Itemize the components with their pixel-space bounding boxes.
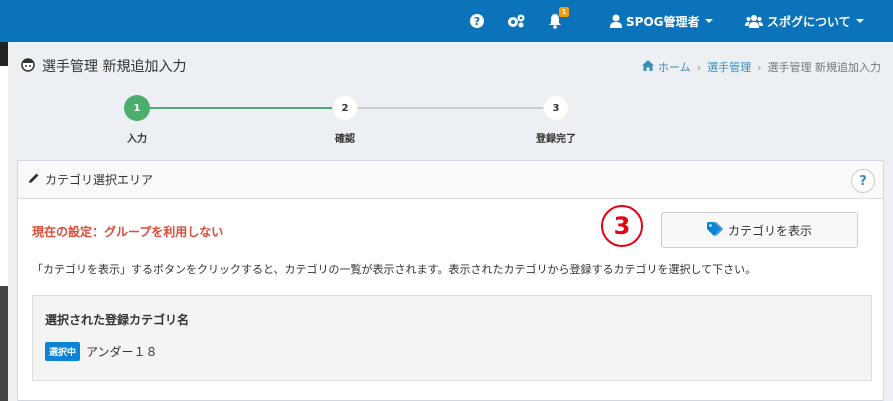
- user-menu[interactable]: SPOG管理者: [610, 0, 713, 42]
- cogs-icon: [506, 13, 526, 29]
- chevron-right-icon: ›: [696, 60, 702, 74]
- breadcrumb-parent[interactable]: 選手管理: [707, 59, 751, 75]
- show-category-button[interactable]: カテゴリを表示: [661, 212, 858, 248]
- breadcrumb-current: 選手管理 新規追加入力: [767, 61, 882, 74]
- about-menu[interactable]: スポグについて: [745, 0, 864, 42]
- selected-category-row: 選択中 アンダー１８: [45, 342, 158, 361]
- progress-stepper: 1 2 3 入力 確認 登録完了: [10, 92, 893, 152]
- step-3-label: 登録完了: [536, 134, 576, 145]
- chevron-right-icon: ›: [757, 60, 762, 74]
- selected-category-box: 選択された登録カテゴリ名 選択中 アンダー１８: [32, 295, 872, 381]
- player-icon: [20, 56, 36, 76]
- show-category-button-label: カテゴリを表示: [727, 223, 812, 238]
- panel-header: カテゴリ選択エリア: [18, 161, 883, 199]
- question-icon: ?: [859, 173, 867, 189]
- step-1-label: 入力: [127, 134, 147, 145]
- sidebar-edge: [0, 42, 8, 401]
- step-marker-badge: 3: [601, 205, 643, 247]
- category-select-panel: カテゴリ選択エリア ? 現在の設定：グループを利用しない 3 カテゴリを表示 「…: [17, 160, 884, 401]
- svg-text:?: ?: [474, 15, 480, 28]
- about-menu-label: スポグについて: [767, 14, 851, 29]
- page-title-text: 選手管理 新規追加入力: [42, 59, 187, 75]
- home-icon: [642, 60, 655, 74]
- pencil-icon: [28, 172, 40, 187]
- selected-badge: 選択中: [45, 342, 81, 361]
- chevron-down-icon: [855, 19, 864, 23]
- step-connector-1: [150, 107, 346, 109]
- notifications-button[interactable]: 1: [547, 0, 571, 42]
- breadcrumb-home[interactable]: ホーム: [658, 59, 691, 75]
- chevron-down-icon: [704, 19, 713, 23]
- panel-help-button[interactable]: ?: [851, 169, 875, 193]
- content-area: 選手管理 新規追加入力 ホーム › 選手管理 › 選手管理 新規追加入力 1 2…: [10, 42, 893, 401]
- notification-count-badge: 1: [559, 7, 569, 17]
- selected-category-title: 選択された登録カテゴリ名: [45, 313, 190, 327]
- step-3-circle: 3: [543, 95, 569, 121]
- page-title: 選手管理 新規追加入力: [20, 56, 186, 76]
- step-2-circle: 2: [332, 95, 358, 121]
- top-navbar: ? 1 SPOG管理者 スポグについて: [0, 0, 893, 42]
- user-icon: [610, 14, 622, 28]
- user-menu-label: SPOG管理者: [626, 14, 700, 29]
- tag-icon: [706, 221, 723, 239]
- users-icon: [745, 14, 763, 28]
- help-button[interactable]: ?: [469, 0, 485, 42]
- step-1-circle: 1: [124, 95, 150, 121]
- breadcrumb: ホーム › 選手管理 › 選手管理 新規追加入力: [642, 59, 881, 75]
- selected-category-name: アンダー１８: [86, 345, 158, 359]
- settings-button[interactable]: [506, 0, 526, 42]
- question-circle-icon: ?: [469, 13, 485, 29]
- instructions-text: 「カテゴリを表示」するボタンをクリックすると、カテゴリの一覧が表示されます。表示…: [32, 263, 757, 276]
- panel-title: カテゴリ選択エリア: [45, 173, 154, 187]
- step-2-label: 確認: [335, 134, 355, 145]
- current-setting-text: 現在の設定：グループを利用しない: [32, 225, 224, 239]
- step-connector-2: [358, 107, 554, 109]
